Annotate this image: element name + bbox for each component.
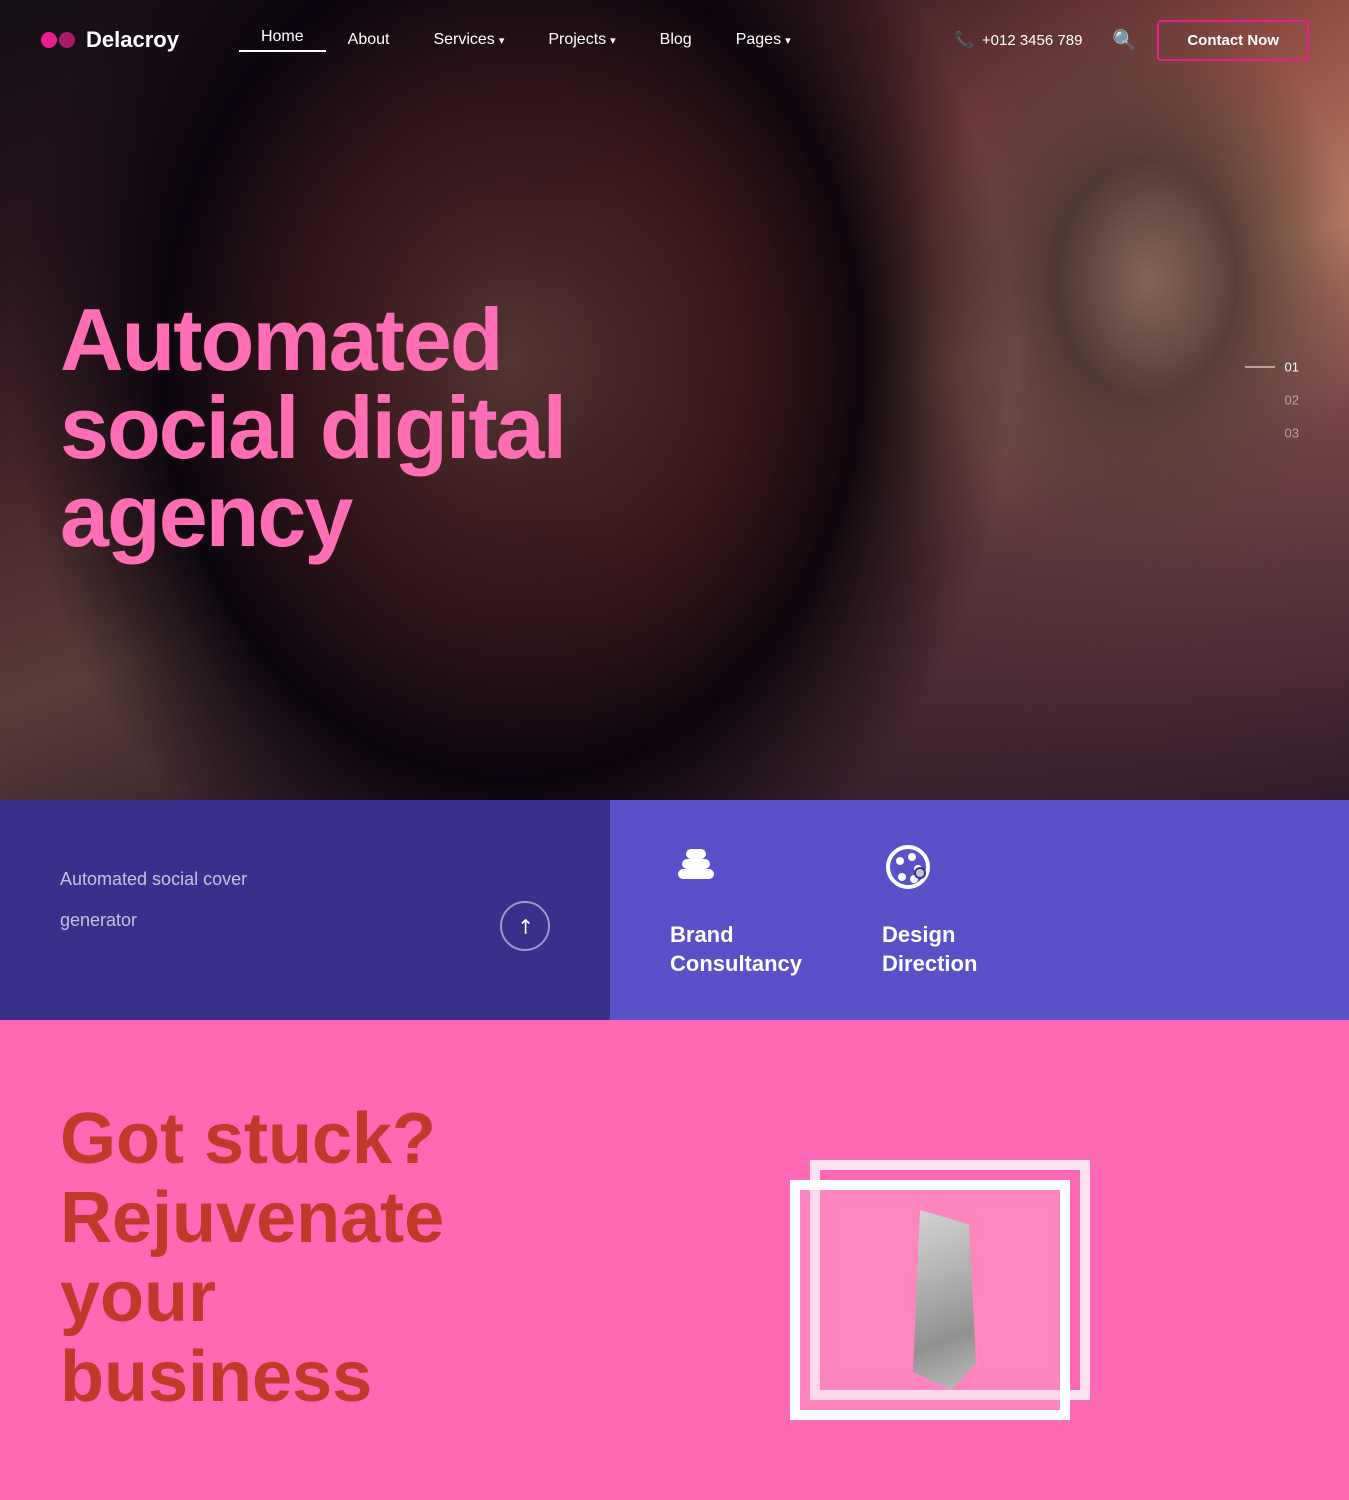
nav-item-about[interactable]: About (326, 31, 412, 49)
search-button[interactable]: 🔍 (1112, 28, 1137, 53)
logo-icon (40, 22, 76, 58)
slide-indicator-2[interactable]: 02 (1285, 393, 1299, 408)
nav-item-services[interactable]: Services▾ (411, 31, 526, 49)
band-left-inner: Automated social cover generator ↗ (60, 869, 550, 951)
phone-icon: 📞 (954, 30, 974, 50)
service-card-brand[interactable]: BrandConsultancy (670, 841, 802, 978)
palette-icon (882, 841, 934, 905)
hero-content: Automated social digital agency (60, 296, 565, 580)
logo-link[interactable]: Delacroy (40, 22, 179, 58)
brand-service-name: BrandConsultancy (670, 921, 802, 978)
chevron-down-icon: ▾ (610, 35, 616, 47)
pink-heading-line1: Got stuck? (60, 1099, 436, 1179)
band-arrow-block: ↗ (500, 901, 550, 951)
arrow-link-button[interactable]: ↗ (490, 891, 561, 962)
brand-icon (670, 841, 722, 905)
brand-name: Delacroy (86, 27, 179, 53)
chevron-down-icon: ▾ (499, 35, 505, 47)
slide-indicator-3[interactable]: 03 (1285, 426, 1299, 441)
phone-number: +012 3456 789 (982, 32, 1083, 49)
pink-heading-line3: your business (60, 1257, 372, 1416)
nav-item-pages[interactable]: Pages▾ (714, 31, 813, 49)
pink-visual-block (580, 1100, 1289, 1420)
hero-heading-line2: social digital (60, 378, 565, 477)
pink-heading-line2: Rejuvenate (60, 1178, 444, 1258)
band-left: Automated social cover generator ↗ (0, 800, 610, 1020)
nav-links: Home About Services▾ Projects▾ Blog Page… (239, 28, 954, 52)
contact-now-button[interactable]: Contact Now (1157, 20, 1309, 61)
nav-phone: 📞 +012 3456 789 (954, 30, 1082, 50)
band-subtitle-block: Automated social cover generator (60, 869, 247, 951)
pink-section: Got stuck? Rejuvenate your business (0, 1020, 1349, 1500)
band-right: BrandConsultancy DesignDirection (610, 800, 1349, 1020)
band-subtitle: Automated social cover (60, 869, 247, 890)
stone-object (910, 1210, 980, 1390)
hero-section: Automated social digital agency 01 02 03 (0, 0, 1349, 800)
nav-item-projects[interactable]: Projects▾ (526, 31, 637, 49)
search-icon: 🔍 (1112, 30, 1137, 52)
nav-item-blog[interactable]: Blog (638, 31, 714, 49)
hero-heading-line3: agency (60, 466, 351, 565)
nav-right: 🔍 Contact Now (1112, 20, 1309, 61)
pink-text-block: Got stuck? Rejuvenate your business (60, 1100, 540, 1417)
navbar: Delacroy Home About Services▾ Projects▾ … (0, 0, 1349, 80)
hero-heading: Automated social digital agency (60, 296, 565, 560)
band-subtitle2: generator (60, 910, 247, 931)
pink-heading: Got stuck? Rejuvenate your business (60, 1100, 540, 1417)
service-card-design[interactable]: DesignDirection (882, 841, 977, 978)
hero-heading-line1: Automated (60, 290, 502, 389)
design-service-name: DesignDirection (882, 921, 977, 978)
3d-object (760, 1120, 1110, 1420)
bottom-band: Automated social cover generator ↗ Brand… (0, 800, 1349, 1020)
chevron-down-icon: ▾ (785, 35, 791, 47)
slide-indicators: 01 02 03 (1245, 360, 1299, 441)
nav-item-home[interactable]: Home (239, 28, 326, 52)
slide-indicator-1[interactable]: 01 (1245, 360, 1299, 375)
